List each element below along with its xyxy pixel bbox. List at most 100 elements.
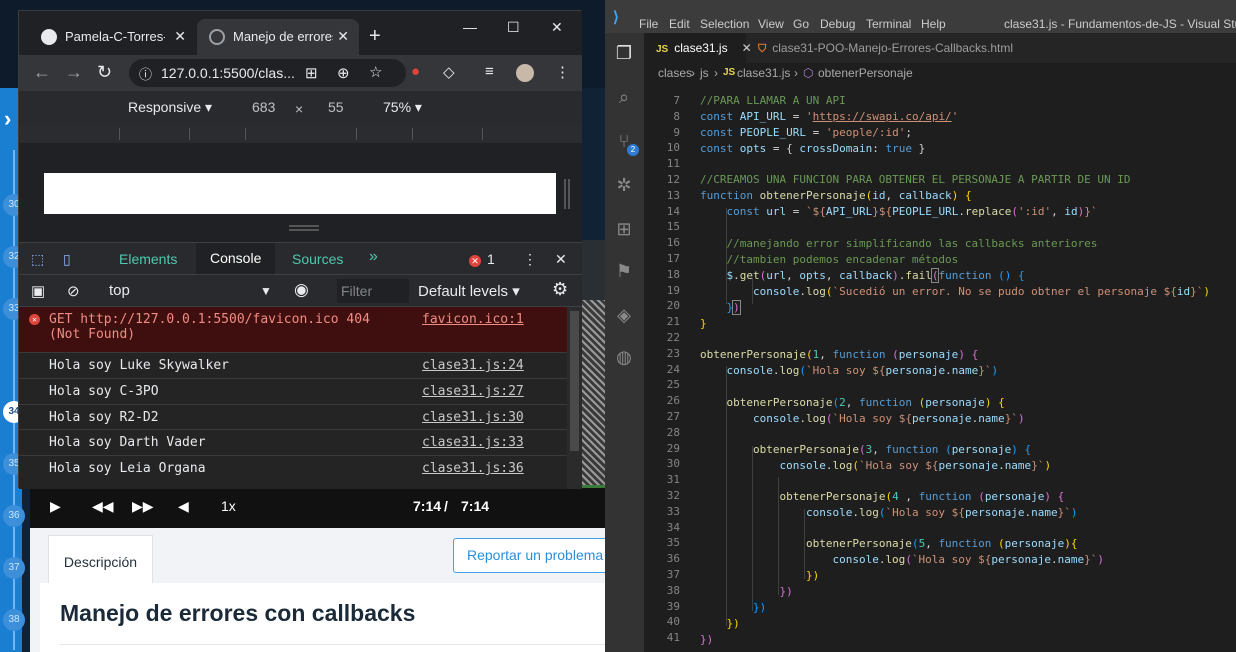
play-icon[interactable]: ▶ <box>50 498 61 515</box>
console-source-link[interactable]: clase31.js:27 <box>422 384 524 399</box>
code-line: }) <box>752 601 767 614</box>
console-source-link[interactable]: clase31.js:36 <box>422 461 524 476</box>
tab-title: Manejo de errores <box>233 29 333 44</box>
width-input[interactable]: 683 <box>252 99 275 115</box>
media-queue-icon[interactable]: ≡ <box>485 63 494 80</box>
rewind-icon[interactable]: ◀◀ <box>92 498 114 515</box>
tab-sources[interactable]: Sources <box>292 251 343 267</box>
console-filter-input[interactable]: Filter <box>337 279 409 303</box>
devtools-menu-icon[interactable]: ⋮ <box>523 251 537 268</box>
remote-icon[interactable]: ◈ <box>613 305 635 327</box>
zoom-icon[interactable]: ⊕ <box>337 64 350 82</box>
bookmarks-icon[interactable]: ⚑ <box>613 261 635 283</box>
extension-stop-icon[interactable]: ● <box>411 63 420 80</box>
tab-elements[interactable]: Elements <box>119 251 177 267</box>
explorer-icon[interactable]: ❐ <box>613 43 635 65</box>
translate-icon[interactable]: ⊞ <box>305 64 318 82</box>
log-levels-select[interactable]: Default levels ▾ <box>418 282 520 300</box>
device-toggle-icon[interactable]: ▯ <box>63 251 71 268</box>
chevron-down-icon[interactable]: ▼ <box>260 284 272 298</box>
inspect-icon[interactable]: ⬚ <box>31 251 44 268</box>
emulated-page[interactable] <box>44 173 556 214</box>
bookmark-star-icon[interactable]: ☆ <box>369 63 382 81</box>
address-bar[interactable]: ⓘ 127.0.0.1:5500/clas... ⊞ ⊕ ☆ <box>129 59 406 87</box>
maximize-icon[interactable]: ☐ <box>507 19 520 36</box>
eye-icon[interactable]: ◉ <box>294 280 309 300</box>
editor-tab-clase31-js[interactable]: JS clase31.js ✕ <box>644 33 752 63</box>
menu-dots-icon[interactable]: ⋮ <box>555 63 570 81</box>
forward-icon[interactable]: → <box>65 62 83 83</box>
close-icon[interactable]: ✕ <box>174 28 186 45</box>
error-icon: ✕ <box>29 314 40 325</box>
close-icon[interactable]: ✕ <box>337 28 349 45</box>
browser-tab-active[interactable]: Manejo de errores ✕ <box>197 19 359 55</box>
line-number: 33 <box>666 504 680 518</box>
timeline-item[interactable]: 36 <box>3 505 25 527</box>
console-source-link[interactable]: favicon.ico:1 <box>422 312 524 327</box>
devtools-tabs: ⬚ ▯ Elements Console Sources » ✕ 1 ⋮ ✕ <box>19 242 582 275</box>
minimize-icon[interactable]: — <box>463 19 477 35</box>
menu-edit[interactable]: Edit <box>669 17 690 31</box>
zoom-select[interactable]: 75% ▾ <box>383 99 422 116</box>
line-number: 15 <box>666 220 680 234</box>
gear-icon[interactable]: ⚙ <box>552 279 568 300</box>
scm-badge: 2 <box>627 144 639 156</box>
tab-console[interactable]: Console <box>196 243 276 274</box>
devtools-close-icon[interactable]: ✕ <box>555 251 567 268</box>
console-source-link[interactable]: clase31.js:30 <box>422 410 524 425</box>
back-icon[interactable]: ← <box>33 62 51 83</box>
info-icon[interactable]: ⓘ <box>139 64 152 83</box>
menu-terminal[interactable]: Terminal <box>866 17 911 31</box>
reload-icon[interactable]: ↻ <box>97 62 112 83</box>
editor-tab-clase31-html[interactable]: ⛉ clase31-POO-Manejo-Errores-Callbacks.ht… <box>746 33 1013 63</box>
new-tab-icon[interactable]: + <box>369 25 381 48</box>
console-source-link[interactable]: clase31.js:24 <box>422 358 524 373</box>
height-input[interactable]: 55 <box>328 99 344 115</box>
scrollbar-thumb[interactable] <box>570 311 579 451</box>
resize-handle-bottom[interactable] <box>289 225 319 231</box>
console-source-link[interactable]: clase31.js:33 <box>422 435 524 450</box>
volume-icon[interactable]: ◀ <box>178 498 189 515</box>
menu-help[interactable]: Help <box>921 17 946 31</box>
context-select[interactable]: top <box>109 282 130 299</box>
breadcrumb-item[interactable]: clase31.js <box>737 66 790 80</box>
line-number: 24 <box>666 362 680 376</box>
search-icon[interactable]: ⌕ <box>613 87 635 109</box>
avatar[interactable] <box>516 64 534 82</box>
timeline-item[interactable]: 37 <box>3 557 25 579</box>
forward-icon[interactable]: ▶▶ <box>132 498 154 515</box>
speed-button[interactable]: 1x <box>221 498 236 514</box>
clear-console-icon[interactable]: ⊘ <box>67 282 80 300</box>
report-problem-button[interactable]: Reportar un problema <box>453 538 605 573</box>
source-control-icon[interactable]: ⑂ 2 <box>613 131 639 156</box>
pocket-icon[interactable]: ◇ <box>443 63 455 81</box>
chrome-window: Pamela-C-Torres-G ✕ Manejo de errores ✕ … <box>18 10 582 489</box>
breadcrumb-item[interactable]: clases <box>658 66 692 80</box>
menu-go[interactable]: Go <box>793 17 809 31</box>
debug-icon[interactable]: ✲ <box>613 175 635 197</box>
browser-tab-github[interactable]: Pamela-C-Torres-G ✕ <box>29 19 196 55</box>
close-window-icon[interactable]: ✕ <box>551 19 563 36</box>
chevron-right-icon[interactable]: › <box>4 106 11 132</box>
menu-selection[interactable]: Selection <box>700 17 749 31</box>
live-share-icon[interactable]: ◍ <box>613 347 635 369</box>
code-editor[interactable]: 7 8 9 10 11 12 13 14 15 16 17 18 19 20 21 22 23 24 25 26 27 2… <box>644 83 1236 652</box>
timeline-item[interactable]: 38 <box>3 609 25 631</box>
menu-file[interactable]: File <box>639 17 658 31</box>
menu-view[interactable]: View <box>758 17 784 31</box>
code-line: $.get(url, opts, callback).fail(function… <box>726 268 1025 283</box>
console-scrollbar[interactable] <box>567 307 582 489</box>
menu-debug[interactable]: Debug <box>820 17 855 31</box>
sidebar-toggle-icon[interactable]: ▣ <box>31 282 45 300</box>
resize-handle-right[interactable] <box>564 179 570 209</box>
more-tabs-icon[interactable]: » <box>369 248 378 266</box>
breadcrumb-item[interactable]: obtenerPersonaje <box>818 66 913 80</box>
tab-description[interactable]: Descripción <box>48 535 153 583</box>
code-line: //PARA LLAMAR A UN API <box>700 94 846 107</box>
line-number: 20 <box>666 299 680 313</box>
error-counter[interactable]: ✕ 1 <box>469 251 495 267</box>
chevron-right-icon: › <box>714 66 718 80</box>
device-mode-select[interactable]: Responsive ▾ <box>128 99 212 116</box>
extensions-icon[interactable]: ⊞ <box>613 219 635 241</box>
breadcrumb-item[interactable]: js <box>700 66 709 80</box>
